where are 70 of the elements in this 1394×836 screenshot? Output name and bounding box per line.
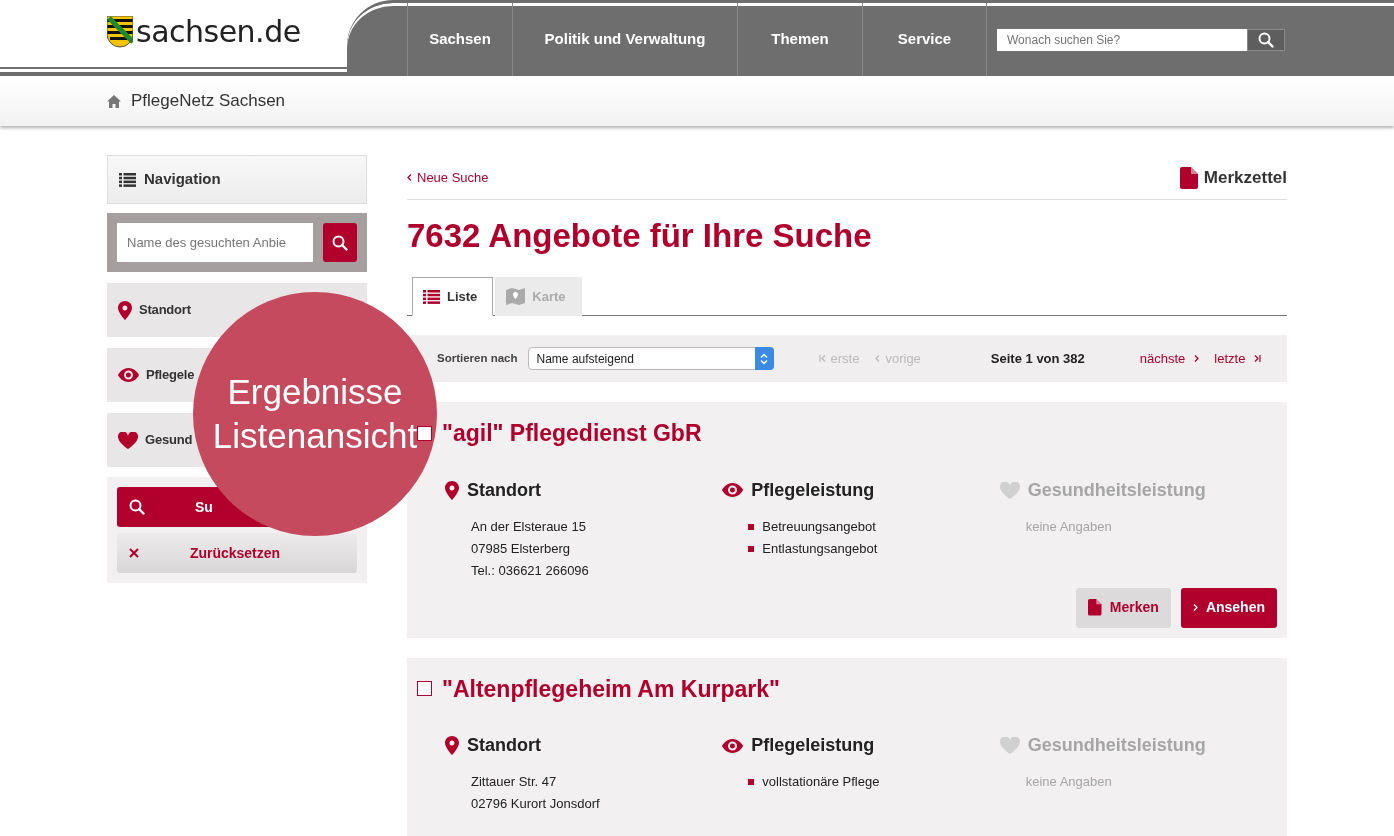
map-pin-icon [445,736,459,756]
address-line: 07985 Elsterberg [471,539,571,558]
close-icon [129,548,139,558]
section-heading: Standort [467,478,541,502]
chevron-right-icon [1194,355,1200,363]
provider-search-field[interactable]: Name des gesuchten Anbie [117,223,313,262]
document-icon [1088,599,1102,616]
site-logo-text[interactable]: sachsen.de [136,17,301,47]
list-icon [119,172,136,187]
first-page-icon [818,355,826,363]
list-icon [423,289,440,304]
heart-icon [118,431,138,449]
address-line: An der Elsteraue 15 [471,517,587,536]
section-heading: Pflegeleistung [751,734,875,758]
pager-link[interactable]: letzte [1214,348,1262,369]
search-field[interactable]: Wonach suchen Sie? [997,28,1247,51]
dropdown-arrows-icon [754,347,774,371]
no-data-text: keine Angaben [1025,517,1113,536]
search-button[interactable] [323,223,357,262]
breadcrumb-link[interactable]: PflegeNetz Sachsen [131,88,286,114]
result-title[interactable]: "agil" Pflegedienst GbR [442,416,702,451]
chevron-left-icon [875,355,881,363]
checkbox[interactable] [417,681,432,697]
service-item: vollstationäre Pflege [762,773,880,792]
search-icon [129,499,145,515]
navigation-label: Navigation [144,169,221,190]
home-icon [107,94,121,108]
map-pin-icon [445,480,459,500]
result-title[interactable]: "Altenpflegeheim Am Kurpark" [442,671,780,707]
filter-label: Standort [139,301,192,320]
view-tab[interactable]: Liste [412,277,494,317]
sort-select[interactable]: Name aufsteigend [527,347,774,371]
heart-icon [999,481,1020,499]
view-button[interactable]: Ansehen [1180,587,1277,628]
address-line: 02796 Kurort Jonsdorf [471,795,601,814]
chevron-right-icon [1192,604,1198,612]
no-data-text: keine Angaben [1025,773,1113,792]
eye-icon [722,738,744,753]
bullet-square [748,523,755,530]
search-button[interactable] [1247,28,1285,51]
map-icon [506,288,526,306]
section-heading: Gesundheitsleistung [1027,478,1206,502]
document-icon [1179,166,1198,189]
bookmark-button[interactable]: Merken [1076,587,1171,628]
section-heading: Standort [467,734,541,758]
filter-label: Pflegele [146,366,196,385]
page-indicator: Seite 1 von 382 [990,349,1085,368]
section-heading: Gesundheitsleistung [1027,734,1206,758]
bookmark-list-link[interactable]: Merkzettel [1203,165,1287,191]
heart-icon [999,737,1020,755]
chevron-left-icon [407,174,412,182]
eye-icon [722,483,744,498]
section-heading: Pflegeleistung [751,478,875,502]
bullet-square [748,779,755,786]
eye-icon [118,368,139,382]
bullet-square [748,545,755,552]
search-icon [1258,31,1274,48]
address-line: Zittauer Str. 47 [471,773,558,792]
service-item: Betreuungsangebot [762,517,876,536]
service-item: Entlastungsangebot [762,539,878,558]
new-search-link[interactable]: Neue Suche [407,168,489,188]
address-line: Tel.: 036621 266096 [471,561,590,580]
results-heading: 7632 Angebote für Ihre Suche [407,215,873,256]
sort-label: Sortieren nach [437,350,518,366]
pager-link[interactable]: nächste [1139,348,1200,369]
reset-button[interactable]: Zurücksetzen [117,533,357,573]
coat-of-arms-icon [107,16,133,48]
last-page-icon [1254,355,1262,363]
search-icon [332,234,348,251]
map-pin-icon [118,300,132,320]
